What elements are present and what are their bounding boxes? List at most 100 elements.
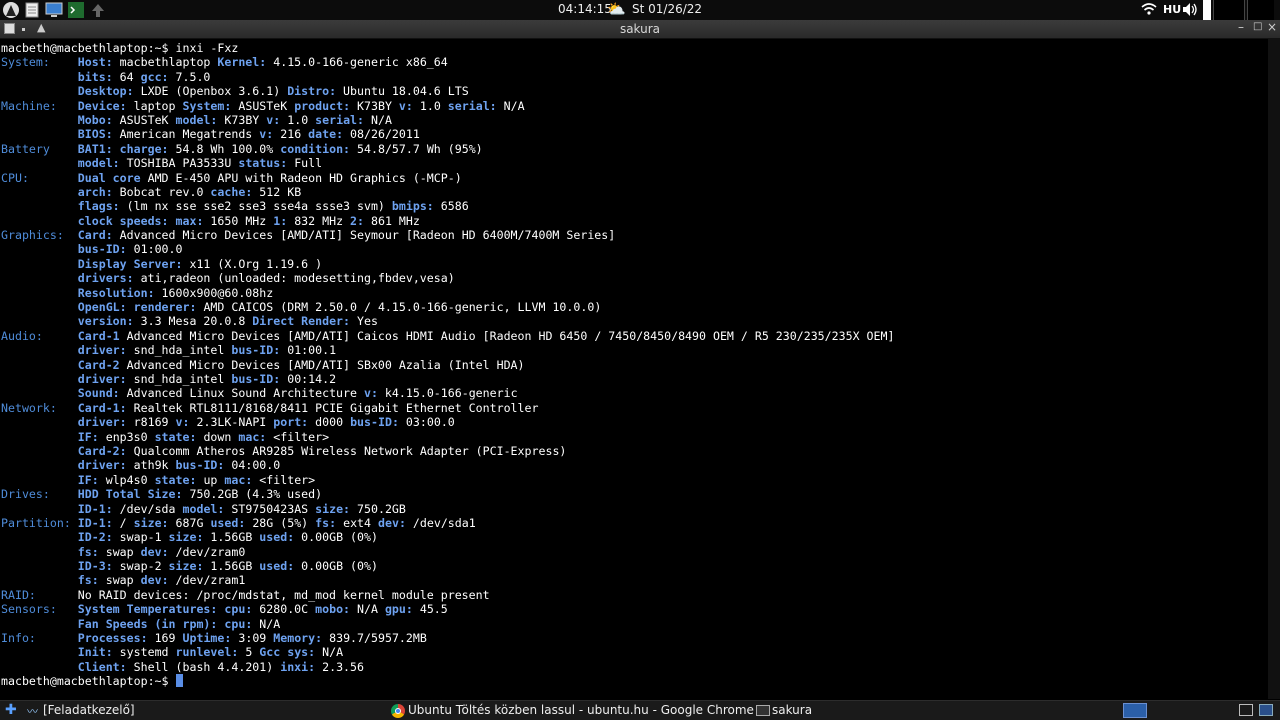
terminal-key: Memory: bbox=[273, 631, 323, 646]
lxde-menu-icon[interactable] bbox=[1, 1, 21, 19]
terminal-text-segment: 1.56GB bbox=[203, 530, 260, 545]
terminal-text-segment: N/A bbox=[350, 602, 385, 617]
terminal-key: HDD Total Size: bbox=[77, 487, 183, 502]
terminal-key: Card-1 bbox=[77, 328, 120, 343]
tray-applet[interactable] bbox=[1247, 0, 1274, 20]
file-manager-icon[interactable] bbox=[24, 1, 40, 19]
terminal-line: IF: wlp4s0 state: up mac: <filter> bbox=[1, 473, 894, 487]
tray-applet[interactable] bbox=[1203, 0, 1211, 20]
terminal-key: drivers: bbox=[77, 271, 134, 286]
taskbar-item-sakura[interactable]: sakura bbox=[772, 703, 812, 717]
terminal-line: Machine: Device: laptop System: ASUSTeK … bbox=[1, 99, 894, 113]
terminal-line: Desktop: LXDE (Openbox 3.6.1) Distro: Ub… bbox=[1, 84, 894, 98]
terminal-key: Device: bbox=[77, 98, 127, 113]
terminal-key: gpu: bbox=[384, 602, 413, 617]
terminal-key: driver: bbox=[77, 343, 127, 358]
terminal-key: dev: bbox=[140, 544, 169, 559]
terminal-key: size: bbox=[133, 515, 169, 530]
close-button[interactable]: × bbox=[1267, 20, 1277, 34]
terminal-text-segment: wlp4s0 bbox=[98, 472, 155, 487]
terminal-line: Battery BAT1: charge: 54.8 Wh 100.0% con… bbox=[1, 142, 894, 156]
sun-cloud-icon[interactable]: ⛅ bbox=[607, 1, 626, 17]
terminal-text-segment: ati,radeon (unloaded: modesetting,fbdev,… bbox=[133, 271, 455, 286]
add-panel-item-icon[interactable]: ✚ bbox=[5, 702, 17, 718]
terminal-text-segment: Full bbox=[287, 156, 323, 171]
terminal-key: model: bbox=[77, 156, 120, 171]
tray-applet[interactable] bbox=[1213, 0, 1245, 20]
terminal-key: bus-ID: bbox=[175, 458, 225, 473]
terminal-text-segment: No RAID devices: /proc/mdstat, md_mod ke… bbox=[77, 587, 490, 602]
terminal-key: Card: bbox=[77, 228, 113, 243]
terminal-key: Dual core bbox=[77, 170, 141, 185]
terminal-text-segment: laptop bbox=[126, 98, 183, 113]
terminal-key: inxi: bbox=[280, 659, 316, 674]
terminal-text-segment: 687G bbox=[168, 515, 211, 530]
terminal-section-label: Graphics: bbox=[1, 228, 78, 243]
terminal-text-segment: enp3s0 bbox=[98, 429, 155, 444]
terminal-output[interactable]: macbeth@macbethlaptop:~$ inxi -Fxz System… bbox=[0, 39, 1268, 699]
terminal-key: Card-1: bbox=[77, 400, 127, 415]
terminal-key: product: bbox=[294, 98, 351, 113]
terminal-text-segment: swap-1 bbox=[112, 530, 169, 545]
terminal-text-segment: 0.00GB (0%) bbox=[294, 559, 378, 574]
terminal-text-segment: 5 bbox=[238, 645, 260, 660]
terminal-key: arch: bbox=[77, 184, 113, 199]
terminal-key: bus-ID: bbox=[231, 371, 281, 386]
terminal-key: System Temperatures: bbox=[77, 602, 218, 617]
terminal-scrollbar[interactable] bbox=[1268, 39, 1280, 699]
terminal-line: fs: swap dev: /dev/zram0 bbox=[1, 545, 894, 559]
terminal-text-segment: Advanced Micro Devices [AMD/ATI] SBx00 A… bbox=[119, 357, 525, 372]
terminal-key: ID-1: bbox=[77, 515, 113, 530]
maximize-button[interactable]: □ bbox=[1253, 21, 1262, 32]
terminal-line: Resolution: 1600x900@60.08hz bbox=[1, 286, 894, 300]
terminal-key: max: bbox=[175, 213, 204, 228]
terminal-key: v: bbox=[398, 98, 413, 113]
terminal-text-segment: Qualcomm Atheros AR9285 Wireless Network… bbox=[126, 443, 567, 458]
terminal-text-segment: 54.8 Wh 100.0% bbox=[168, 141, 281, 156]
minimize-button[interactable]: – bbox=[1238, 20, 1244, 34]
top-panel: 04:14:15 ⛅ St 01/26/22 HU bbox=[0, 0, 1280, 20]
terminal-line: Drives: HDD Total Size: 750.2GB (4.3% us… bbox=[1, 487, 894, 501]
arrow-up-icon[interactable] bbox=[91, 1, 105, 19]
desktop-icon[interactable] bbox=[45, 1, 63, 19]
terminal-text-segment: 08/26/2011 bbox=[343, 127, 420, 142]
network-icon[interactable] bbox=[1259, 704, 1273, 716]
terminal-key: Direct Render: bbox=[252, 314, 351, 329]
window-title-bar[interactable]: ▲ sakura – □ × bbox=[0, 20, 1280, 39]
terminal-key: 1: bbox=[273, 213, 288, 228]
terminal-line: version: 3.3 Mesa 20.0.8 Direct Render: … bbox=[1, 314, 894, 328]
date[interactable]: St 01/26/22 bbox=[632, 2, 702, 16]
terminal-launcher-icon[interactable] bbox=[67, 1, 85, 19]
terminal-key: dev: bbox=[378, 515, 406, 530]
terminal-key: Resolution: bbox=[77, 285, 155, 300]
keyboard-layout-indicator[interactable]: HU bbox=[1163, 3, 1181, 16]
terminal-text-segment: 861 MHz bbox=[364, 213, 420, 228]
terminal-text-segment: N/A bbox=[496, 98, 525, 113]
terminal-text-segment: /dev/zram0 bbox=[168, 544, 246, 559]
taskbar-item-task-manager[interactable]: [Feladatkezelő] bbox=[43, 703, 135, 717]
terminal-line: ID-2: swap-1 size: 1.56GB used: 0.00GB (… bbox=[1, 530, 894, 544]
clock[interactable]: 04:14:15 bbox=[558, 2, 612, 16]
terminal-text-segment: 45.5 bbox=[412, 602, 448, 617]
terminal-key: used: bbox=[210, 515, 246, 530]
terminal-text-segment: 2.3LK-NAPI bbox=[189, 415, 274, 430]
terminal-key: v: bbox=[363, 386, 378, 401]
wifi-icon[interactable] bbox=[1141, 2, 1157, 16]
terminal-section-label: CPU: bbox=[1, 170, 78, 185]
volume-icon[interactable] bbox=[1182, 2, 1198, 17]
screen-icon[interactable] bbox=[1239, 704, 1253, 716]
workspace-pager[interactable] bbox=[1123, 703, 1147, 718]
terminal-text-segment: K73BY bbox=[217, 112, 267, 127]
terminal-key: bits: bbox=[77, 69, 113, 84]
terminal-section-label: Drives: bbox=[1, 487, 78, 502]
terminal-text-segment: American Megatrends bbox=[112, 127, 260, 142]
terminal-text-segment: K73BY bbox=[350, 98, 399, 113]
terminal-text-segment: 832 MHz bbox=[287, 213, 351, 228]
taskbar-item-chrome[interactable]: Ubuntu Töltés közben lassul - ubuntu.hu … bbox=[408, 703, 754, 717]
